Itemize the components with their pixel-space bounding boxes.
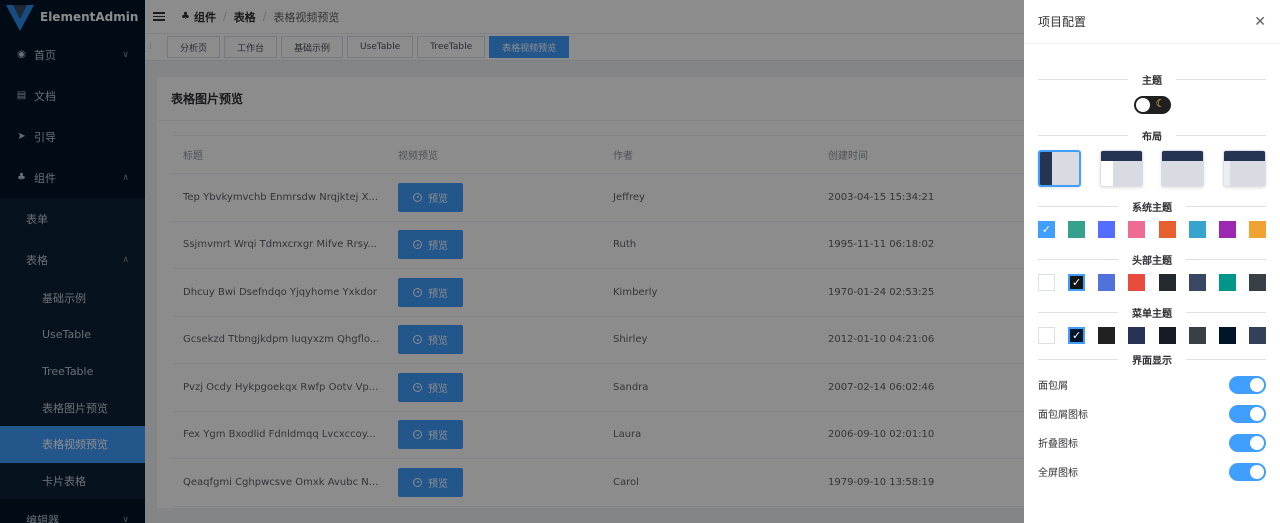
menu-color-swatch[interactable]: [1248, 327, 1266, 344]
drawer-header: 项目配置 ✕: [1024, 0, 1280, 44]
header-color-swatch[interactable]: [1128, 274, 1146, 291]
check-icon: ✓: [1072, 329, 1082, 342]
header-theme-swatches: ✓: [1038, 274, 1266, 291]
layout-top-left[interactable]: [1099, 150, 1143, 187]
system-color-swatch[interactable]: ✓: [1038, 221, 1055, 238]
section-divider: 菜单主题: [1038, 304, 1266, 320]
layout-top[interactable]: [1161, 150, 1205, 187]
drawer-mask[interactable]: [0, 0, 1024, 523]
display-toggles: 面包屑面包屑图标折叠图标全屏图标: [1024, 370, 1280, 486]
menu-color-swatch[interactable]: [1158, 327, 1176, 344]
toggle-label: 面包屑: [1038, 381, 1068, 392]
close-icon[interactable]: ✕: [1254, 14, 1266, 30]
section-label: 系统主题: [1118, 198, 1186, 214]
system-color-swatch[interactable]: [1068, 221, 1086, 238]
display-toggle-row: 面包屑图标: [1038, 399, 1266, 428]
system-color-swatch[interactable]: [1188, 221, 1206, 238]
header-color-swatch[interactable]: [1188, 274, 1206, 291]
section-divider: 系统主题: [1038, 198, 1266, 214]
section-label: 菜单主题: [1118, 304, 1186, 320]
system-color-swatch[interactable]: [1098, 221, 1116, 238]
layout-classic[interactable]: [1038, 150, 1081, 187]
system-color-swatch[interactable]: [1248, 221, 1266, 238]
section-divider: 界面显示: [1038, 351, 1266, 367]
toggle-knob: [1135, 98, 1150, 112]
menu-theme-swatches: ✓: [1038, 327, 1266, 344]
toggle-label: 全屏图标: [1038, 468, 1078, 479]
display-toggle-row: 面包屑: [1038, 370, 1266, 399]
display-toggle-row: 全屏图标: [1038, 457, 1266, 486]
section-divider: 主题: [1038, 71, 1266, 87]
check-icon: ✓: [1072, 276, 1082, 289]
toggle-label: 面包屑图标: [1038, 410, 1088, 421]
menu-color-swatch[interactable]: [1188, 327, 1206, 344]
section-label: 布局: [1128, 127, 1176, 143]
section-divider: 头部主题: [1038, 251, 1266, 267]
theme-toggle[interactable]: ☾: [1133, 96, 1171, 114]
section-label: 头部主题: [1118, 251, 1186, 267]
menu-color-swatch[interactable]: [1038, 327, 1055, 344]
system-theme-swatches: ✓: [1038, 221, 1266, 238]
header-color-swatch[interactable]: [1038, 274, 1055, 291]
section-label: 界面显示: [1118, 351, 1186, 367]
display-toggle-row: 折叠图标: [1038, 428, 1266, 457]
menu-color-swatch[interactable]: [1098, 327, 1116, 344]
toggle-switch[interactable]: [1229, 404, 1266, 423]
header-color-swatch[interactable]: [1248, 274, 1266, 291]
section-divider: 布局: [1038, 127, 1266, 143]
layout-options: [1038, 150, 1266, 187]
toggle-switch[interactable]: [1229, 375, 1266, 394]
header-color-swatch[interactable]: [1158, 274, 1176, 291]
toggle-switch[interactable]: [1229, 462, 1266, 481]
header-color-swatch[interactable]: [1218, 274, 1236, 291]
settings-drawer: 项目配置 ✕ 主题 ☾ 布局 系统主题 ✓ 头部主题 ✓ 菜单主题 ✓ 界面显示…: [1024, 0, 1280, 523]
section-label: 主题: [1128, 71, 1176, 87]
drawer-title: 项目配置: [1038, 15, 1087, 29]
header-color-swatch[interactable]: ✓: [1068, 274, 1086, 291]
check-icon: ✓: [1041, 223, 1052, 236]
moon-icon: ☾: [1155, 97, 1166, 110]
system-color-swatch[interactable]: [1128, 221, 1146, 238]
toggle-switch[interactable]: [1229, 433, 1266, 452]
header-color-swatch[interactable]: [1098, 274, 1116, 291]
menu-color-swatch[interactable]: [1128, 327, 1146, 344]
toggle-label: 折叠图标: [1038, 439, 1078, 450]
system-color-swatch[interactable]: [1218, 221, 1236, 238]
menu-color-swatch[interactable]: ✓: [1068, 327, 1086, 344]
menu-color-swatch[interactable]: [1218, 327, 1236, 344]
layout-cut-menu[interactable]: [1222, 150, 1266, 187]
system-color-swatch[interactable]: [1158, 221, 1176, 238]
